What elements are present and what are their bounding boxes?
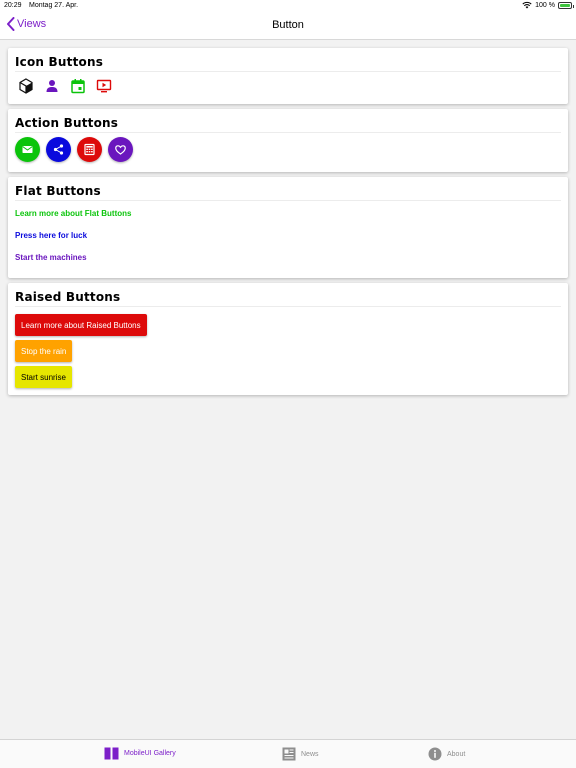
- card-title: Icon Buttons: [15, 55, 104, 69]
- calculator-icon: [84, 143, 95, 156]
- icon-button-row: [18, 78, 112, 94]
- card-title: Action Buttons: [15, 116, 119, 130]
- mail-icon: [22, 146, 33, 153]
- cube-icon[interactable]: [18, 78, 34, 94]
- flat-button-machines[interactable]: Start the machines: [15, 253, 87, 262]
- action-button-row: [15, 137, 133, 162]
- icon-buttons-card: Icon Buttons: [8, 48, 568, 104]
- divider: [15, 306, 561, 307]
- raised-button-learn-more[interactable]: Learn more about Raised Buttons: [15, 314, 147, 336]
- divider: [15, 132, 561, 133]
- flat-button-luck[interactable]: Press here for luck: [15, 231, 87, 240]
- book-icon: [104, 747, 119, 760]
- card-title: Flat Buttons: [15, 184, 101, 198]
- calendar-icon[interactable]: [70, 78, 86, 94]
- status-time: 20:29: [4, 2, 22, 9]
- tab-mobileui-gallery[interactable]: MobileUI Gallery: [104, 747, 176, 760]
- raised-buttons-card: Raised Buttons Learn more about Raised B…: [8, 283, 568, 395]
- tab-about[interactable]: About: [428, 747, 465, 761]
- status-date: Montag 27. Apr.: [29, 2, 79, 9]
- status-right: 100 %: [522, 1, 574, 9]
- calculator-button[interactable]: [77, 137, 102, 162]
- tv-play-icon[interactable]: [96, 78, 112, 94]
- mail-button[interactable]: [15, 137, 40, 162]
- info-icon: [428, 747, 442, 761]
- battery-percent: 100 %: [535, 1, 555, 9]
- status-bar: 20:29 Montag 27. Apr. 100 %: [0, 0, 576, 12]
- divider: [15, 200, 561, 201]
- tab-news[interactable]: News: [282, 747, 319, 761]
- raised-button-stop-rain[interactable]: Stop the rain: [15, 340, 73, 362]
- navigation-bar: Views Button: [0, 12, 576, 40]
- heart-button[interactable]: [108, 137, 133, 162]
- battery-icon: [558, 1, 574, 9]
- flat-buttons-card: Flat Buttons Learn more about Flat Butto…: [8, 177, 568, 278]
- heart-icon: [115, 145, 126, 155]
- action-buttons-card: Action Buttons: [8, 109, 568, 172]
- share-button[interactable]: [46, 137, 71, 162]
- newspaper-icon: [282, 747, 296, 761]
- page-title: Button: [272, 19, 304, 31]
- wifi-icon: [522, 1, 532, 9]
- raised-button-sunrise[interactable]: Start sunrise: [15, 366, 72, 388]
- tab-bar: MobileUI Gallery News About: [0, 739, 576, 768]
- flat-button-learn-more[interactable]: Learn more about Flat Buttons: [15, 209, 131, 218]
- person-icon[interactable]: [44, 78, 60, 94]
- tab-label: About: [447, 750, 466, 758]
- tab-label: News: [301, 750, 319, 758]
- tab-label: MobileUI Gallery: [124, 750, 176, 757]
- divider: [15, 71, 561, 72]
- share-icon: [53, 144, 64, 155]
- card-title: Raised Buttons: [15, 290, 121, 304]
